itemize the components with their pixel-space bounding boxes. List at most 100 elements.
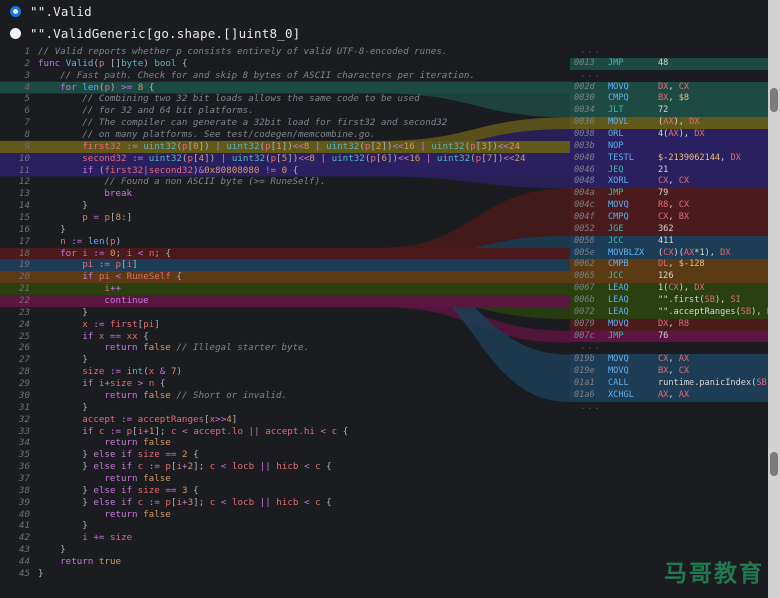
assembly-line[interactable]: 003bNOP — [570, 141, 768, 153]
assembly-instruction: CMPQCX, BX — [608, 212, 768, 224]
scrollbar-thumb-bottom[interactable] — [770, 452, 778, 476]
source-line[interactable]: 13 break — [0, 188, 570, 200]
source-line[interactable]: 38 } else if size == 3 { — [0, 485, 570, 497]
source-line[interactable]: 21 i++ — [0, 283, 570, 295]
source-line[interactable]: 20 if pi < RuneSelf { — [0, 271, 570, 283]
assembly-line[interactable]: 0067LEAQ1(CX), DX — [570, 283, 768, 295]
assembly-line[interactable]: 0013JMP48 — [570, 58, 768, 70]
function-option-valid[interactable]: "".Valid — [0, 0, 780, 22]
function-option-label: "".Valid — [30, 4, 92, 19]
assembly-line[interactable]: 0034JLT72 — [570, 105, 768, 117]
assembly-line[interactable]: 0062CMPBDL, $-128 — [570, 259, 768, 271]
source-line[interactable]: 31 } — [0, 402, 570, 414]
source-line[interactable]: 40 return false — [0, 509, 570, 521]
assembly-line[interactable]: 0030CMPQBX, $8 — [570, 93, 768, 105]
assembly-line[interactable]: 004fCMPQCX, BX — [570, 212, 768, 224]
assembly-instruction: JCC411 — [608, 236, 768, 248]
radio-filled-icon[interactable] — [10, 28, 21, 39]
source-line-code: break — [38, 188, 570, 200]
source-line[interactable]: 9 first32 := uint32(p[0]) | uint32(p[1])… — [0, 141, 570, 153]
source-line[interactable]: 5 // Combining two 32 bit loads allows t… — [0, 93, 570, 105]
source-line[interactable]: 39 } else if c := p[i+3]; c < locb || hi… — [0, 497, 570, 509]
source-line[interactable]: 16 } — [0, 224, 570, 236]
source-line[interactable]: 18 for i := 0; i < n; { — [0, 248, 570, 260]
source-line-code: } — [38, 568, 570, 580]
source-line[interactable]: 32 accept := acceptRanges[x>>4] — [0, 414, 570, 426]
source-line-code: // Fast path. Check for and skip 8 bytes… — [38, 70, 570, 82]
assembly-line[interactable]: 004cMOVQR8, CX — [570, 200, 768, 212]
source-line[interactable]: 19 pi := p[i] — [0, 259, 570, 271]
source-line[interactable]: 36 } else if c := p[i+2]; c < locb || hi… — [0, 461, 570, 473]
source-line[interactable]: 3 // Fast path. Check for and skip 8 byt… — [0, 70, 570, 82]
source-line[interactable]: 37 return false — [0, 473, 570, 485]
assembly-ellipsis[interactable]: ... — [570, 342, 768, 354]
source-line[interactable]: 15 p = p[8:] — [0, 212, 570, 224]
source-line[interactable]: 2func Valid(p []byte) bool { — [0, 58, 570, 70]
source-line[interactable]: 6 // for 32 and 64 bit platforms. — [0, 105, 570, 117]
source-line[interactable]: 45} — [0, 568, 570, 580]
source-line[interactable]: 14 } — [0, 200, 570, 212]
assembly-line[interactable]: 019eMOVQBX, CX — [570, 366, 768, 378]
assembly-line[interactable]: 006bLEAQ"".first(SB), SI — [570, 295, 768, 307]
source-line-code: if c := p[i+1]; c < accept.lo || accept.… — [38, 426, 570, 438]
source-line[interactable]: 44 return true — [0, 556, 570, 568]
source-pane[interactable]: 1// Valid reports whether p consists ent… — [0, 46, 570, 598]
assembly-line[interactable]: 019bMOVQCX, AX — [570, 354, 768, 366]
assembly-line[interactable]: 0048XORLCX, CX — [570, 176, 768, 188]
source-line[interactable]: 26 return false // Illegal starter byte. — [0, 342, 570, 354]
source-line-code: size := int(x & 7) — [38, 366, 570, 378]
page-scrollbar[interactable] — [768, 0, 780, 598]
source-line-number: 28 — [0, 366, 38, 378]
assembly-line[interactable]: 0065JCC126 — [570, 271, 768, 283]
assembly-line[interactable]: 01a1CALLruntime.panicIndex(SB) — [570, 378, 768, 390]
source-line[interactable]: 43 } — [0, 544, 570, 556]
assembly-line[interactable]: 005eMOVBLZX(CX)(AX*1), DX — [570, 248, 768, 260]
assembly-line[interactable]: 002dMOVQDX, CX — [570, 82, 768, 94]
source-line[interactable]: 27 } — [0, 354, 570, 366]
source-line-code: n := len(p) — [38, 236, 570, 248]
assembly-ellipsis[interactable]: ... — [570, 70, 768, 82]
assembly-ellipsis[interactable]: ... — [570, 46, 768, 58]
source-line[interactable]: 42 i += size — [0, 532, 570, 544]
assembly-line[interactable]: 004aJMP79 — [570, 188, 768, 200]
source-line[interactable]: 4 for len(p) >= 8 { — [0, 82, 570, 94]
assembly-line[interactable]: 0079MOVQDX, R8 — [570, 319, 768, 331]
source-line-code: if (first32|second32)&0x80808080 != 0 { — [38, 165, 570, 177]
radio-selected-icon[interactable] — [10, 6, 21, 17]
scrollbar-thumb-top[interactable] — [770, 88, 778, 112]
source-line[interactable]: 17 n := len(p) — [0, 236, 570, 248]
assembly-line[interactable]: 007cJMP76 — [570, 331, 768, 343]
source-line[interactable]: 10 second32 := uint32(p[4]) | uint32(p[5… — [0, 153, 570, 165]
assembly-line[interactable]: 0040TESTL$-2139062144, DX — [570, 153, 768, 165]
source-line-number: 4 — [0, 82, 38, 94]
source-line[interactable]: 24 x := first[pi] — [0, 319, 570, 331]
source-line[interactable]: 11 if (first32|second32)&0x80808080 != 0… — [0, 165, 570, 177]
assembly-line[interactable]: 0036MOVL(AX), DX — [570, 117, 768, 129]
source-line[interactable]: 33 if c := p[i+1]; c < accept.lo || acce… — [0, 426, 570, 438]
source-line[interactable]: 22 continue — [0, 295, 570, 307]
function-option-validgeneric[interactable]: "".ValidGeneric[go.shape.[]uint8_0] — [0, 22, 780, 44]
source-line[interactable]: 28 size := int(x & 7) — [0, 366, 570, 378]
assembly-instruction: MOVQR8, CX — [608, 200, 768, 212]
source-line[interactable]: 23 } — [0, 307, 570, 319]
assembly-line[interactable]: 0038ORL4(AX), DX — [570, 129, 768, 141]
source-line[interactable]: 29 if i+size > n { — [0, 378, 570, 390]
source-line[interactable]: 34 return false — [0, 437, 570, 449]
source-line[interactable]: 1// Valid reports whether p consists ent… — [0, 46, 570, 58]
assembly-line[interactable]: 0072LEAQ"".acceptRanges(SB), R9 — [570, 307, 768, 319]
assembly-line[interactable]: 01a6XCHGLAX, AX — [570, 390, 768, 402]
source-line[interactable]: 8 // on many platforms. See test/codegen… — [0, 129, 570, 141]
source-line[interactable]: 25 if x == xx { — [0, 331, 570, 343]
source-line[interactable]: 7 // The compiler can generate a 32bit l… — [0, 117, 570, 129]
assembly-line[interactable]: 0058JCC411 — [570, 236, 768, 248]
source-line-number: 23 — [0, 307, 38, 319]
source-line[interactable]: 30 return false // Short or invalid. — [0, 390, 570, 402]
source-line[interactable]: 12 // Found a non ASCII byte (>= RuneSel… — [0, 176, 570, 188]
source-line[interactable]: 35 } else if size == 2 { — [0, 449, 570, 461]
source-line-code: // Found a non ASCII byte (>= RuneSelf). — [38, 176, 570, 188]
assembly-ellipsis[interactable]: ... — [570, 402, 768, 414]
assembly-line[interactable]: 0052JGE362 — [570, 224, 768, 236]
source-line[interactable]: 41 } — [0, 520, 570, 532]
assembly-pane[interactable]: ...0013JMP48...002dMOVQDX, CX0030CMPQBX,… — [570, 46, 768, 598]
assembly-line[interactable]: 0046JEQ21 — [570, 165, 768, 177]
